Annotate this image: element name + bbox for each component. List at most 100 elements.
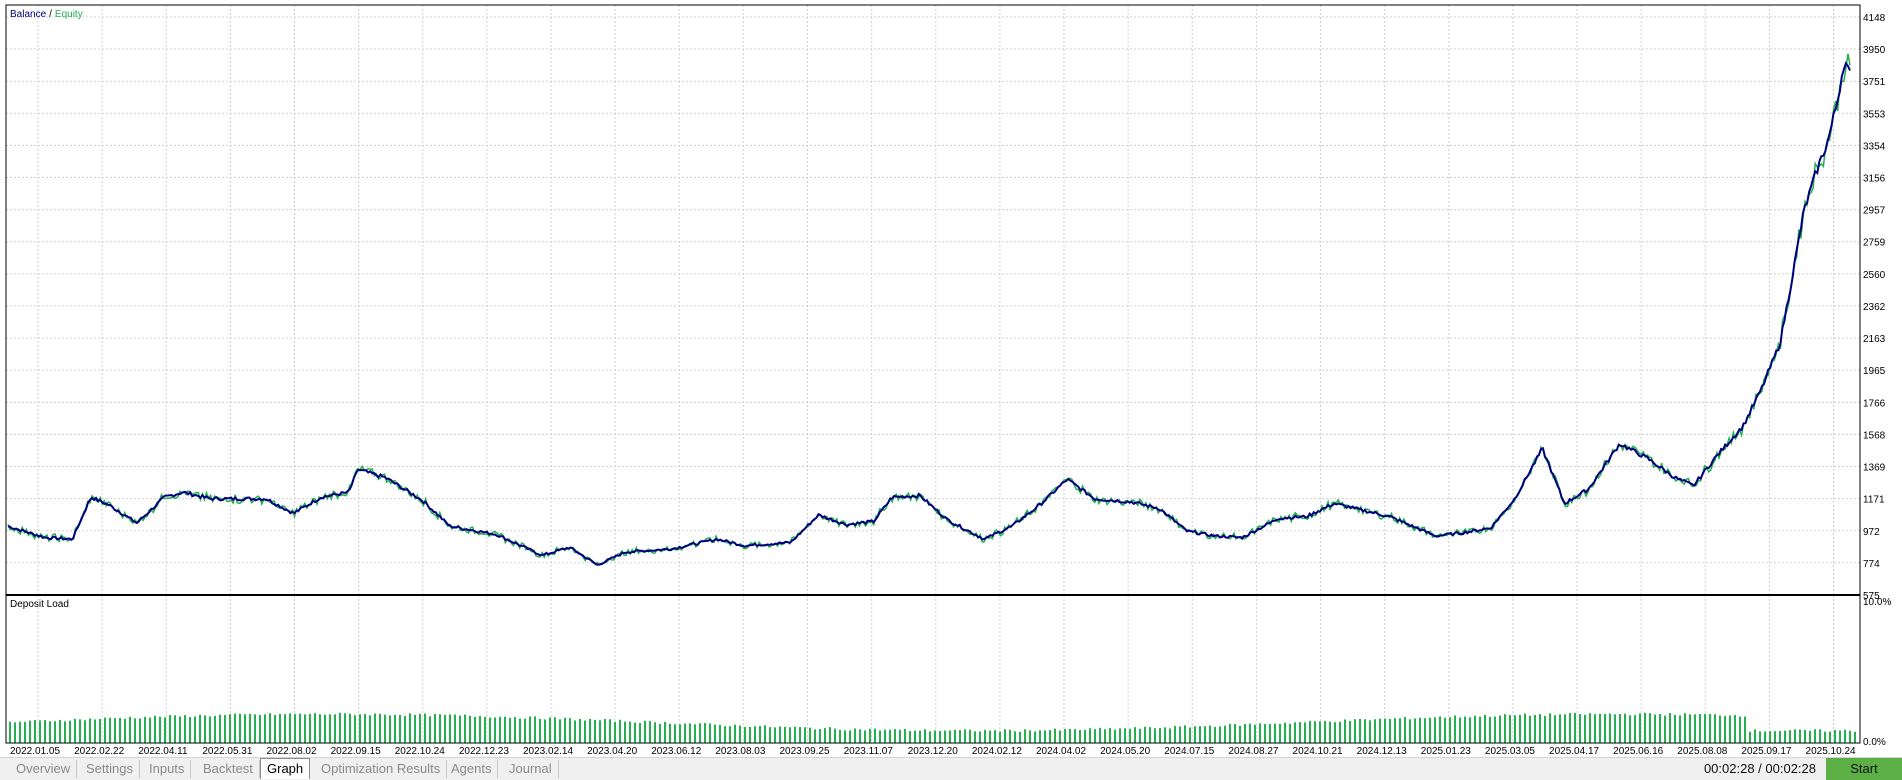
deposit-load-bar xyxy=(1804,729,1806,743)
deposit-load-bar xyxy=(1169,728,1171,743)
deposit-load-bar xyxy=(1124,728,1126,743)
deposit-load-bar xyxy=(524,718,526,743)
deposit-load-bar xyxy=(1484,714,1486,743)
deposit-load-bar xyxy=(1414,718,1416,743)
x-tick-label: 2025.06.16 xyxy=(1613,746,1663,757)
tab-settings[interactable]: Settings xyxy=(80,760,140,778)
deposit-load-bar xyxy=(194,716,196,743)
deposit-load-bar xyxy=(494,717,496,743)
deposit-load-bar xyxy=(114,718,116,743)
tab-agents[interactable]: Agents xyxy=(445,760,499,778)
deposit-load-bar xyxy=(1579,714,1581,743)
deposit-load-bar xyxy=(1044,730,1046,743)
deposit-load-bar xyxy=(1309,720,1311,743)
deposit-load-bar xyxy=(1504,714,1506,743)
deposit-load-bar xyxy=(1659,713,1661,743)
deposit-load-bar xyxy=(1364,719,1366,743)
deposit-load-bar xyxy=(694,724,696,743)
deposit-load-bar xyxy=(684,723,686,743)
tab-overview[interactable]: Overview xyxy=(10,760,78,778)
deposit-load-bar xyxy=(1719,715,1721,743)
deposit-load-bar xyxy=(1259,723,1261,743)
deposit-load-bar xyxy=(334,714,336,743)
deposit-load-bar xyxy=(1059,730,1061,743)
deposit-load-bar xyxy=(844,730,846,743)
deposit-load-bar xyxy=(949,730,951,743)
deposit-load-bar xyxy=(1049,730,1051,743)
deposit-load-bar xyxy=(729,726,731,743)
start-button[interactable]: Start xyxy=(1826,758,1902,780)
tab-inputs[interactable]: Inputs xyxy=(143,760,192,778)
deposit-load-bar xyxy=(1559,714,1561,743)
deposit-load-bar xyxy=(189,717,191,743)
y-tick-label: 2560 xyxy=(1863,270,1886,281)
x-tick-label: 2024.05.20 xyxy=(1100,746,1150,757)
x-tick-label: 2023.06.12 xyxy=(651,746,701,757)
deposit-load-bar xyxy=(259,714,261,743)
deposit-load-bar xyxy=(499,716,501,743)
deposit-load-bar xyxy=(1349,720,1351,743)
deposit-load-bar xyxy=(264,714,266,743)
deposit-load-bar xyxy=(1119,728,1121,743)
deposit-load-bar xyxy=(1329,721,1331,743)
y-tick-label: 3354 xyxy=(1863,141,1886,152)
deposit-load-bar xyxy=(1219,726,1221,743)
deposit-load-bar xyxy=(1389,718,1391,743)
deposit-load-bar xyxy=(1089,728,1091,743)
deposit-load-bar xyxy=(1189,727,1191,743)
deposit-load-bar xyxy=(384,714,386,743)
deposit-load-bar xyxy=(569,718,571,743)
deposit-load-bar xyxy=(1564,714,1566,743)
x-tick-label: 2025.09.17 xyxy=(1741,746,1791,757)
deposit-load-bar xyxy=(1319,721,1321,743)
deposit-load-bar xyxy=(799,727,801,743)
deposit-load-bar xyxy=(84,720,86,743)
deposit-load-bar xyxy=(994,730,996,743)
deposit-load-bar xyxy=(1109,728,1111,743)
deposit-load-bar xyxy=(434,713,436,743)
x-tick-label: 2024.10.21 xyxy=(1293,746,1343,757)
x-tick-label: 2022.05.31 xyxy=(202,746,252,757)
deposit-load-bar xyxy=(1499,715,1501,743)
deposit-load-bar xyxy=(1419,717,1421,743)
deposit-load-bar xyxy=(424,713,426,743)
deposit-load-bar xyxy=(1139,728,1141,743)
deposit-load-bar xyxy=(394,714,396,743)
deposit-load-bar xyxy=(1194,726,1196,743)
deposit-load-bar xyxy=(574,720,576,743)
tab-graph[interactable]: Graph xyxy=(260,758,311,779)
x-tick-label: 2025.08.08 xyxy=(1677,746,1727,757)
deposit-load-bar xyxy=(539,718,541,743)
deposit-load-bar xyxy=(519,718,521,743)
deposit-load-bar xyxy=(1789,730,1791,743)
x-tick-label: 2024.08.27 xyxy=(1228,746,1278,757)
deposit-load-bar xyxy=(514,717,516,743)
deposit-load-bar xyxy=(369,715,371,743)
deposit-load-bar xyxy=(1459,717,1461,743)
tab-optimization-results[interactable]: Optimization Results xyxy=(315,760,448,778)
deposit-load-bar xyxy=(594,719,596,743)
deposit-load-bar xyxy=(1599,713,1601,743)
deposit-load-bar xyxy=(1654,714,1656,743)
deposit-load-title: Deposit Load xyxy=(10,599,69,610)
deposit-load-bar xyxy=(714,724,716,743)
deposit-load-bar xyxy=(1334,722,1336,743)
deposit-load-bar xyxy=(324,714,326,743)
deposit-load-bar xyxy=(909,730,911,743)
y-tick-label: 2759 xyxy=(1863,238,1886,249)
deposit-load-bar xyxy=(1214,726,1216,743)
deposit-load-bar xyxy=(1159,728,1161,743)
deposit-load-bar xyxy=(159,716,161,743)
deposit-load-bar xyxy=(339,712,341,743)
deposit-load-bar xyxy=(1394,718,1396,743)
deposit-load-bar xyxy=(1469,717,1471,743)
deposit-load-bar xyxy=(1524,713,1526,743)
deposit-load-bar xyxy=(379,713,381,743)
tab-journal[interactable]: Journal xyxy=(503,760,559,778)
deposit-load-bar xyxy=(509,717,511,743)
deposit-load-bar xyxy=(779,726,781,743)
deposit-load-bar xyxy=(99,718,101,743)
tab-backtest[interactable]: Backtest xyxy=(197,760,260,778)
deposit-load-bar xyxy=(1084,729,1086,743)
deposit-load-bar xyxy=(144,716,146,743)
